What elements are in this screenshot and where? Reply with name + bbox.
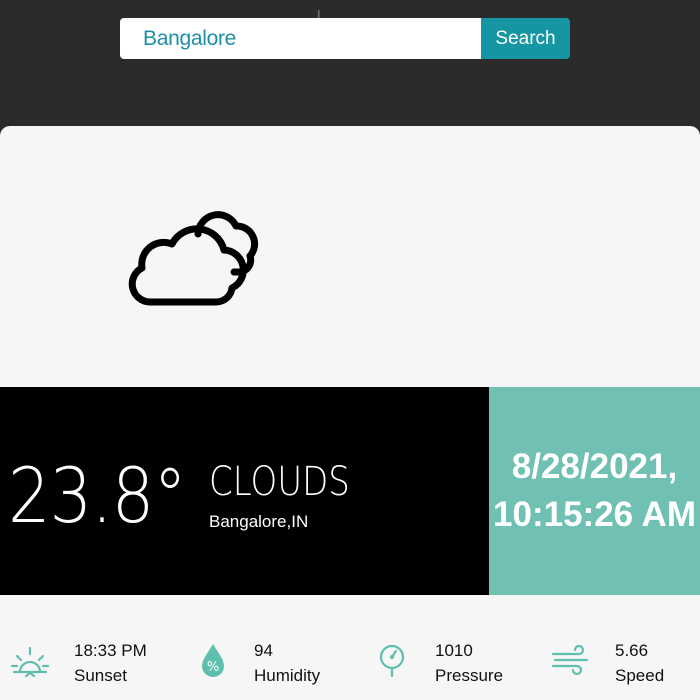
sunset-icon — [10, 646, 50, 678]
wind-speed-value: 5.66 — [615, 641, 649, 660]
pressure-label: Pressure — [435, 666, 504, 685]
clouds-icon — [128, 211, 259, 306]
search-button[interactable]: Search — [481, 18, 570, 59]
sunset-label: Sunset — [74, 666, 127, 685]
temperature: 23.8° — [8, 451, 187, 540]
weather-band: 23.8° CLOUDS Bangalore,IN 8/28/2021, 10:… — [0, 387, 700, 595]
weather-condition: CLOUDS — [209, 459, 350, 505]
humidity-value: 94 — [254, 641, 273, 660]
humidity-icon: % — [202, 644, 224, 677]
weather-app: I Search 23.8° CLOUDS Bangalore,IN 8/28/… — [0, 0, 700, 700]
conditions-panel: 23.8° CLOUDS Bangalore,IN — [0, 387, 489, 595]
location-label: Bangalore,IN — [209, 512, 309, 531]
wind-icon — [551, 644, 589, 676]
stat-humidity: % 94 Humidity — [175, 633, 350, 685]
pressure-icon — [379, 644, 405, 678]
pressure-value: 1010 — [435, 641, 473, 660]
search-input[interactable] — [120, 18, 481, 59]
stat-wind-speed: 5.66 Speed — [525, 633, 700, 685]
datetime-panel: 8/28/2021, 10:15:26 AM — [489, 387, 700, 595]
stats-row: 18:33 PM Sunset % 94 Humidity 1010 Press… — [0, 595, 700, 700]
svg-text:%: % — [207, 660, 219, 675]
weather-card: 23.8° CLOUDS Bangalore,IN 8/28/2021, 10:… — [0, 126, 700, 700]
time-label: 10:15:26 AM — [493, 495, 696, 534]
date-label: 8/28/2021, — [511, 447, 678, 486]
wind-speed-label: Speed — [615, 666, 665, 685]
sunset-value: 18:33 PM — [74, 641, 147, 660]
search-bar: Search — [120, 18, 570, 59]
stat-sunset: 18:33 PM Sunset — [0, 633, 175, 685]
stat-pressure: 1010 Pressure — [350, 633, 525, 685]
humidity-label: Humidity — [254, 666, 321, 685]
